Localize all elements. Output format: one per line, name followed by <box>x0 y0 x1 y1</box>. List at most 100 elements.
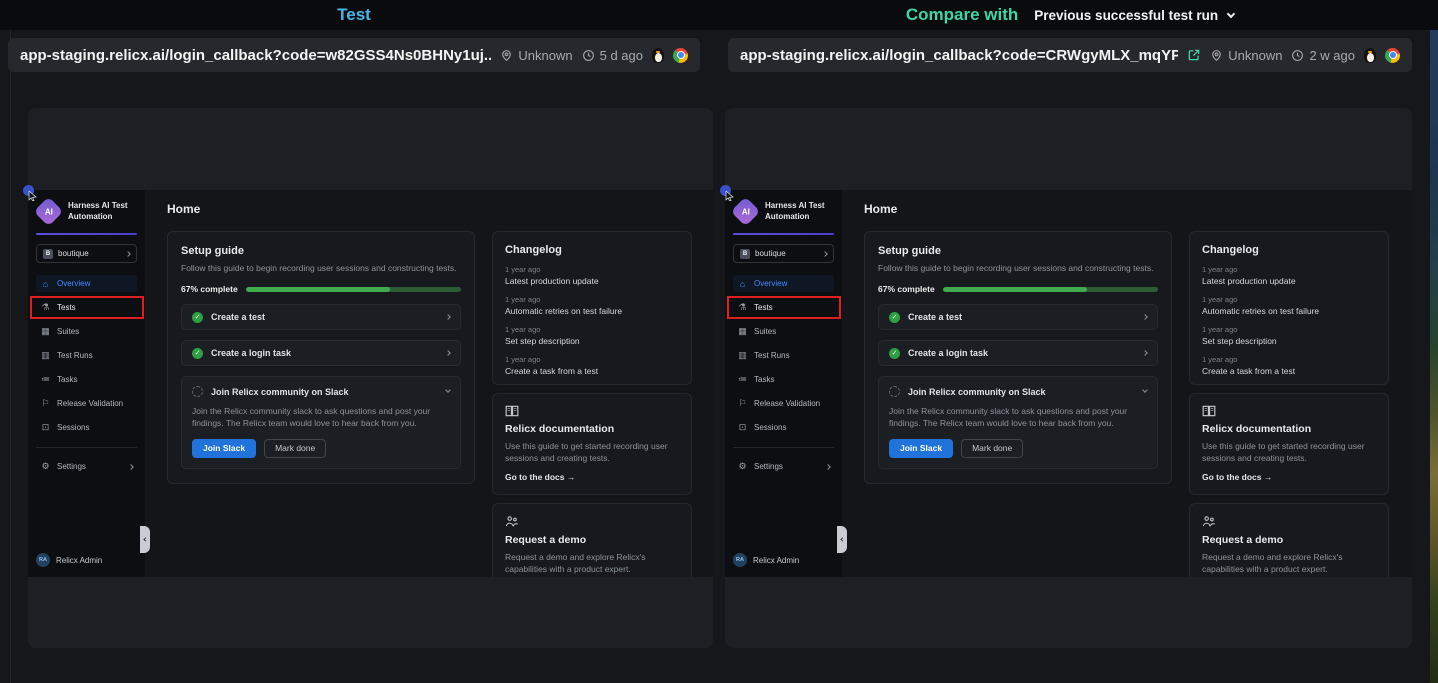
columns-icon: ▥ <box>737 350 748 361</box>
flask-icon: ⚗ <box>737 302 748 313</box>
page-title: Home <box>167 202 700 216</box>
sidebar-divider <box>36 447 137 448</box>
sidebar-nav: ⌂ Overview ⚗ Tests ▦ Suites ▥ Test Runs <box>733 275 834 482</box>
cursor-position-marker <box>23 185 34 196</box>
request-demo-title: Request a demo <box>1202 534 1376 546</box>
app-screenshot: AI Harness AI Test Automation B boutique… <box>28 190 713 577</box>
sidebar-item-test-runs: ▥ Test Runs <box>733 347 834 364</box>
sidebar-item-test-runs: ▥ Test Runs <box>36 347 137 364</box>
check-circle-icon <box>889 348 900 359</box>
chevron-right-icon <box>1142 314 1148 320</box>
compare-url: app-staging.relicx.ai/login_callback?cod… <box>740 47 1178 64</box>
changelog-entry: 1 year ago Latest production update <box>1202 265 1376 286</box>
go-to-docs-link: Go to the docs → <box>1202 472 1376 482</box>
compare-screenshot-viewer[interactable]: AI Harness AI Test Automation B boutique… <box>725 108 1412 648</box>
page-title: Home <box>864 202 1399 216</box>
sidebar-divider <box>733 447 834 448</box>
unchecked-circle-icon <box>889 386 900 397</box>
compare-url-bar: app-staging.relicx.ai/login_callback?cod… <box>728 38 1412 72</box>
book-icon <box>1202 405 1216 417</box>
progress-fill <box>246 287 390 292</box>
chevron-down-icon <box>1227 9 1235 17</box>
join-slack-button: Join Slack <box>192 439 256 458</box>
setup-task-join-slack: Join Relicx community on Slack Join the … <box>878 376 1158 469</box>
sidebar-item-sessions: ⊡ Sessions <box>733 419 834 436</box>
progress-bar <box>246 287 461 292</box>
changelog-card: Changelog 1 year ago Latest production u… <box>492 231 692 385</box>
check-circle-icon <box>192 348 203 359</box>
brand: AI Harness AI Test Automation <box>36 198 137 224</box>
adjacent-screenshot-strip <box>1430 30 1438 683</box>
join-slack-button: Join Slack <box>889 439 953 458</box>
compare-run-selector[interactable]: Previous successful test run <box>1034 8 1234 23</box>
list-icon: ≔ <box>40 374 51 385</box>
request-demo-desc: Request a demo and explore Relicx's capa… <box>1202 551 1376 576</box>
project-name: boutique <box>58 249 89 258</box>
sidebar-item-overview: ⌂ Overview <box>36 275 137 292</box>
mark-done-button: Mark done <box>961 439 1023 458</box>
sidebar-item-suites: ▦ Suites <box>36 323 137 340</box>
avatar: RA <box>36 553 50 567</box>
age-meta: 2 w ago <box>1291 48 1355 63</box>
chevron-right-icon <box>445 314 451 320</box>
setup-task-join-slack: Join Relicx community on Slack Join the … <box>181 376 461 469</box>
test-screenshot-viewer[interactable]: AI Harness AI Test Automation B boutique… <box>28 108 713 648</box>
changelog-entry: 1 year ago Create a task from a test <box>505 355 679 376</box>
comparison-header: Test Compare with Previous successful te… <box>0 0 1438 30</box>
harness-logo-icon: AI <box>34 196 64 226</box>
screenshot-main: Home Setup guide Follow this guide to be… <box>842 190 1412 577</box>
setup-task-create-test: Create a test <box>878 304 1158 330</box>
chevron-right-icon <box>822 251 828 257</box>
progress-bar <box>943 287 1158 292</box>
location-pin-icon <box>500 49 513 62</box>
mark-done-button: Mark done <box>264 439 326 458</box>
sidebar-item-tasks: ≔ Tasks <box>733 371 834 388</box>
sidebar-item-settings: ⚙ Settings <box>36 458 137 475</box>
sidebar-item-settings: ⚙ Settings <box>733 458 834 475</box>
linux-os-icon <box>1364 48 1376 63</box>
setup-guide-desc: Follow this guide to begin recording use… <box>878 263 1158 273</box>
setup-guide-title: Setup guide <box>181 245 461 257</box>
join-slack-desc: Join the Relicx community slack to ask q… <box>192 405 450 430</box>
sidebar-item-tasks: ≔ Tasks <box>36 371 137 388</box>
app-screenshot: AI Harness AI Test Automation B boutique… <box>725 190 1412 577</box>
columns-icon: ▥ <box>40 350 51 361</box>
chevron-right-icon <box>825 464 831 470</box>
sidebar-item-tests: ⚗ Tests <box>733 299 834 316</box>
sidebar-item-release-validation: ⚐ Release Validation <box>733 395 834 412</box>
screenshot-sidebar: AI Harness AI Test Automation B boutique… <box>28 190 145 577</box>
grid-icon: ▦ <box>40 326 51 337</box>
location-meta: Unknown <box>1210 48 1282 63</box>
people-icon <box>1202 515 1216 528</box>
screenshot-sidebar: AI Harness AI Test Automation B boutique… <box>725 190 842 577</box>
progress-fill <box>943 287 1087 292</box>
sidebar-item-overview: ⌂ Overview <box>733 275 834 292</box>
cursor-arrow-icon <box>725 191 734 201</box>
request-demo-desc: Request a demo and explore Relicx's capa… <box>505 551 679 576</box>
changelog-entry: 1 year ago Set step description <box>505 325 679 346</box>
clock-icon <box>1291 49 1304 62</box>
grid-icon: ▦ <box>737 326 748 337</box>
project-badge: B <box>740 249 750 259</box>
location-pin-icon <box>1210 49 1223 62</box>
compare-header: Compare with Previous successful test ru… <box>728 0 1412 30</box>
people-icon <box>505 515 519 528</box>
external-link-icon[interactable] <box>1187 48 1201 62</box>
request-demo-title: Request a demo <box>505 534 679 546</box>
sidebar-accent-divider <box>36 233 137 235</box>
changelog-entry: 1 year ago Latest production update <box>505 265 679 286</box>
cursor-position-marker <box>720 185 731 196</box>
documentation-desc: Use this guide to get started recording … <box>505 440 679 465</box>
brand-name: Harness AI Test Automation <box>68 200 128 222</box>
user-name: Relicx Admin <box>56 556 102 565</box>
home-icon: ⌂ <box>737 279 748 289</box>
project-badge: B <box>43 249 53 259</box>
flask-icon: ⚗ <box>40 302 51 313</box>
user-name: Relicx Admin <box>753 556 799 565</box>
project-selector: B boutique <box>36 244 137 263</box>
compare-run-selector-value: Previous successful test run <box>1034 8 1218 23</box>
avatar: RA <box>733 553 747 567</box>
changelog-entry: 1 year ago Set step description <box>1202 325 1376 346</box>
go-to-docs-link: Go to the docs → <box>505 472 679 482</box>
sidebar-accent-divider <box>733 233 834 235</box>
